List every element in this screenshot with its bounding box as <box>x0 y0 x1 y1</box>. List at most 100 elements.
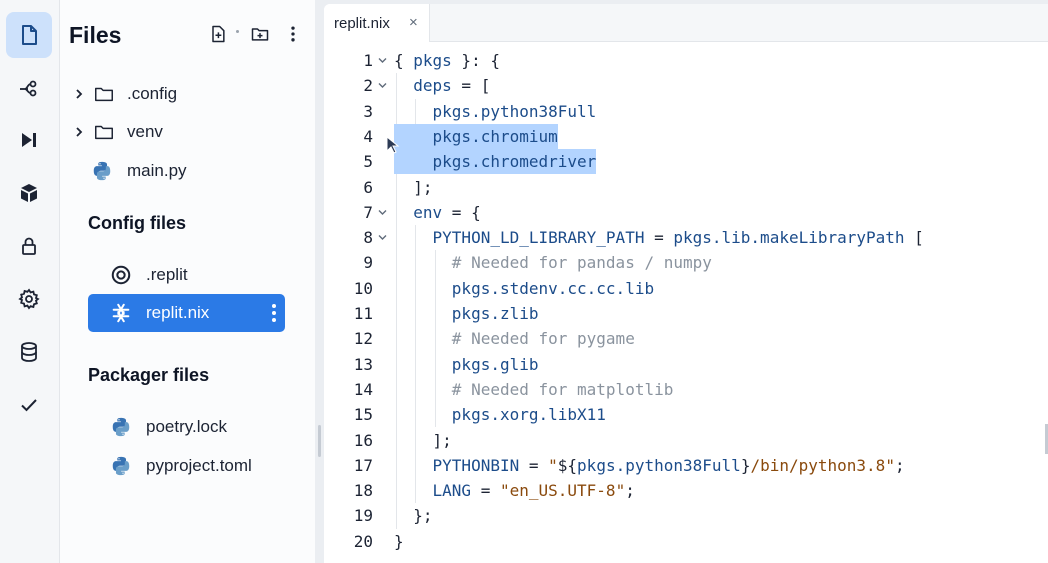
code-line[interactable]: 12 # Needed for pygame <box>324 326 1048 351</box>
tree-item-venv[interactable]: venv <box>60 117 315 147</box>
tree-item-replit-nix[interactable]: replit.nix <box>88 294 285 332</box>
code-text: pkgs.stdenv.cc.cc.lib <box>451 278 655 298</box>
line-number: 2 <box>363 76 373 96</box>
code-line[interactable]: 1 { pkgs }: { <box>324 48 1048 73</box>
code-text: { pkgs }: { <box>394 51 500 70</box>
tree-item-label: replit.nix <box>146 303 210 322</box>
code-line[interactable]: 13 pkgs.glib <box>324 352 1048 377</box>
files-panel: Files .config venv main.py Config files <box>60 0 315 563</box>
replit-icon <box>110 264 132 286</box>
code-line[interactable]: 3 pkgs.python38Full <box>324 99 1048 124</box>
code-text: # Needed for pandas / numpy <box>451 253 712 273</box>
code-line[interactable]: 6 ]; <box>324 175 1048 200</box>
code-text: PYTHONBIN = "${pkgs.python38Full}/bin/py… <box>432 455 905 475</box>
tree-item-pyproject-toml[interactable]: pyproject.toml <box>60 451 315 481</box>
fold-chevron-icon[interactable] <box>378 82 387 89</box>
check-icon[interactable] <box>6 382 52 428</box>
close-icon[interactable]: × <box>409 14 418 31</box>
code-line[interactable]: 16 ]; <box>324 428 1048 453</box>
code-line[interactable]: 5 pkgs.chromedriver <box>324 149 1048 175</box>
code-line[interactable]: 10 pkgs.stdenv.cc.cc.lib <box>324 276 1048 301</box>
code-line[interactable]: 14 # Needed for matplotlib <box>324 377 1048 402</box>
code-text: ]; <box>394 430 452 450</box>
new-file-icon <box>212 25 225 43</box>
line-number: 17 <box>353 455 373 475</box>
code-text: deps = [ <box>413 76 491 96</box>
code-line[interactable]: 4 pkgs.chromium <box>324 123 1048 150</box>
line-number: 11 <box>353 304 373 323</box>
new-folder-button[interactable] <box>248 22 272 46</box>
code-line[interactable]: 7 env = { <box>324 200 1048 225</box>
line-number: 4 <box>363 126 373 146</box>
code-line[interactable]: 20} <box>324 529 1048 554</box>
code-text: LANG = "en_US.UTF-8"; <box>432 481 635 501</box>
line-number: 6 <box>363 177 373 197</box>
code-text: # Needed for pygame <box>451 329 635 349</box>
mouse-cursor-icon <box>386 136 400 154</box>
tree-item-config[interactable]: .config <box>60 79 315 109</box>
line-number: 18 <box>353 481 373 501</box>
tab-replit-nix[interactable]: replit.nix × <box>324 4 430 42</box>
code-text: pkgs.zlib <box>451 304 539 323</box>
run-icon[interactable] <box>6 117 52 163</box>
line-number: 12 <box>353 329 373 349</box>
line-number: 3 <box>363 101 373 121</box>
code-line[interactable]: 17 PYTHONBIN = "${pkgs.python38Full}/bin… <box>324 453 1048 478</box>
line-number: 16 <box>353 430 373 450</box>
python-icon <box>110 416 132 438</box>
python-icon <box>91 160 113 182</box>
editor-tab-bar: replit.nix × <box>324 4 1048 42</box>
chevron-right-icon <box>76 89 83 99</box>
settings-icon[interactable] <box>6 276 52 322</box>
line-number: 7 <box>363 202 373 222</box>
code-text: pkgs.chromedriver <box>432 152 597 172</box>
files-more-button[interactable] <box>281 22 305 46</box>
tree-item-label: pyproject.toml <box>146 456 252 475</box>
line-number: 8 <box>363 228 373 248</box>
activity-bar <box>0 0 60 563</box>
code-text: pkgs.glib <box>451 354 539 374</box>
splitter-handle[interactable] <box>318 425 321 457</box>
tree-item-label: .config <box>127 84 178 103</box>
tree-item-replit[interactable]: .replit <box>60 260 315 290</box>
git-icon[interactable] <box>6 65 52 111</box>
tab-label: replit.nix <box>334 15 390 32</box>
tree-item-label: main.py <box>127 161 187 180</box>
fold-chevron-icon[interactable] <box>378 234 387 241</box>
code-line[interactable]: 2 deps = [ <box>324 73 1048 98</box>
code-line[interactable]: 9 # Needed for pandas / numpy <box>324 250 1048 275</box>
line-number: 9 <box>363 253 373 273</box>
files-title: Files <box>69 22 122 48</box>
lock-icon[interactable] <box>6 223 52 269</box>
line-number: 10 <box>353 278 373 298</box>
folder-icon <box>93 121 115 143</box>
packages-icon[interactable] <box>6 170 52 216</box>
code-text: # Needed for matplotlib <box>451 379 674 399</box>
code-text: env = { <box>413 202 481 222</box>
line-number: 19 <box>353 506 373 526</box>
database-icon[interactable] <box>6 329 52 375</box>
header-separator <box>236 30 239 33</box>
more-vertical-icon <box>291 26 295 42</box>
fold-chevron-icon[interactable] <box>378 57 387 64</box>
tree-item-main-py[interactable]: main.py <box>60 156 315 186</box>
code-line[interactable]: 15 pkgs.xorg.libX11 <box>324 402 1048 427</box>
code-line[interactable]: 18 LANG = "en_US.UTF-8"; <box>324 478 1048 503</box>
new-file-button[interactable] <box>206 22 230 46</box>
new-folder-icon <box>251 28 269 41</box>
code-line[interactable]: 8 PYTHON_LD_LIBRARY_PATH = pkgs.lib.make… <box>324 225 1048 250</box>
editor-pane: replit.nix × 1{ pkgs }: {2 deps = [3 pkg… <box>324 4 1048 563</box>
line-number: 20 <box>353 531 373 551</box>
chevron-right-icon <box>76 127 83 137</box>
fold-chevron-icon[interactable] <box>378 209 387 216</box>
code-line[interactable]: 11 pkgs.zlib <box>324 301 1048 326</box>
code-line[interactable]: 19 }; <box>324 503 1048 528</box>
panel-splitter[interactable] <box>315 0 324 563</box>
more-vertical-icon[interactable] <box>271 303 277 323</box>
line-number: 15 <box>353 405 373 425</box>
tree-item-label: .replit <box>146 265 188 284</box>
code-text: }; <box>394 506 433 526</box>
code-text: pkgs.python38Full <box>432 101 597 121</box>
files-icon[interactable] <box>6 12 52 58</box>
tree-item-poetry-lock[interactable]: poetry.lock <box>60 412 315 442</box>
